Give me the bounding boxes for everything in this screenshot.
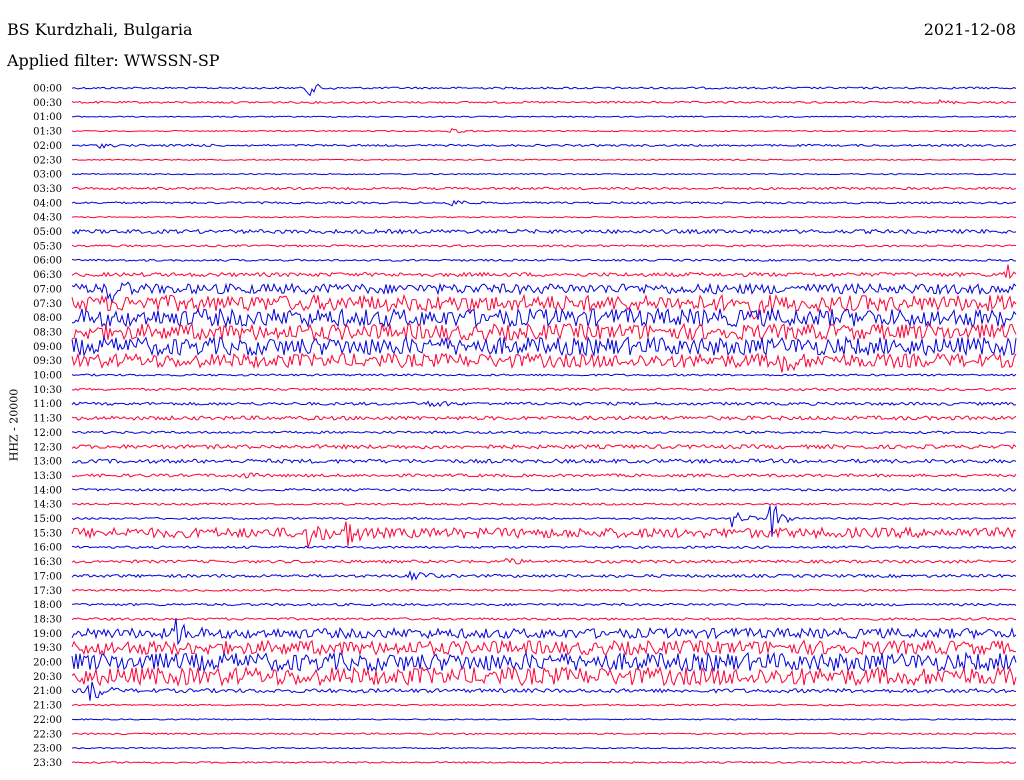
trace-line	[71, 602, 1017, 607]
trace-line	[71, 244, 1017, 248]
trace-line	[71, 487, 1017, 492]
trace-line	[71, 443, 1017, 450]
trace-line	[71, 718, 1017, 721]
time-tick-label: 16:00	[33, 543, 62, 554]
trace-line	[71, 746, 1017, 750]
trace-line	[71, 128, 1017, 134]
time-tick-label: 06:30	[33, 270, 62, 281]
time-tick-label: 14:30	[33, 500, 62, 511]
trace-line	[71, 681, 1017, 701]
trace-line	[71, 352, 1017, 373]
time-tick-label: 23:30	[33, 758, 62, 769]
time-tick-label: 22:30	[33, 729, 62, 740]
seismogram-plot: 00:00 00:30 01:00 01:30 02:00 02:30 03:00 03:30…	[33, 83, 1017, 769]
trace-line	[71, 545, 1017, 549]
trace-layer	[71, 83, 1017, 764]
time-tick-label: 01:00	[33, 112, 62, 123]
trace-line	[71, 588, 1017, 592]
time-tick-label: 13:30	[33, 471, 62, 482]
time-tick-label: 02:30	[33, 155, 62, 166]
trace-line	[71, 387, 1017, 392]
time-tick-label: 02:00	[33, 141, 62, 152]
time-tick-label: 10:00	[33, 371, 62, 382]
time-tick-label: 12:30	[33, 442, 62, 453]
trace-line	[72, 216, 1017, 219]
trace-line	[71, 258, 1017, 262]
trace-line	[72, 115, 1017, 118]
time-tick-label: 03:00	[33, 170, 62, 181]
time-tick-label: 08:00	[33, 313, 62, 324]
time-tick-label: 17:30	[33, 586, 62, 597]
trace-line	[71, 83, 1017, 97]
trace-line	[71, 617, 1017, 621]
time-tick-label: 08:30	[33, 327, 62, 338]
time-tick-label: 20:30	[33, 672, 62, 683]
time-tick-label: 10:30	[33, 385, 62, 396]
time-tick-label: 18:00	[33, 600, 62, 611]
trace-line	[71, 732, 1017, 736]
trace-line	[71, 521, 1017, 548]
time-tick-label: 22:00	[33, 715, 62, 726]
time-tick-label: 14:00	[33, 485, 62, 496]
trace-line	[71, 400, 1017, 408]
trace-line	[71, 264, 1017, 280]
time-tick-label: 00:00	[33, 84, 62, 95]
time-tick-label: 07:00	[33, 284, 62, 295]
trace-line	[71, 186, 1017, 191]
time-tick-label: 17:00	[33, 571, 62, 582]
trace-line	[71, 502, 1017, 506]
time-tick-label: 04:00	[33, 198, 62, 209]
time-tick-label: 23:00	[33, 744, 62, 755]
time-tick-label: 06:00	[33, 256, 62, 267]
trace-line	[71, 143, 1016, 149]
time-tick-label: 15:00	[33, 514, 62, 525]
trace-line	[71, 281, 1017, 304]
trace-line	[71, 158, 1017, 161]
trace-line	[71, 638, 1017, 657]
time-tick-label: 03:30	[33, 184, 62, 195]
time-tick-label: 12:00	[33, 428, 62, 439]
trace-line	[71, 458, 1017, 465]
time-tick-label: 21:30	[33, 701, 62, 712]
trace-line	[71, 472, 1017, 479]
time-tick-label: 21:00	[33, 686, 62, 697]
time-tick-label: 11:00	[33, 399, 62, 410]
trace-line	[71, 430, 1017, 435]
trace-line	[72, 306, 1017, 329]
trace-line	[71, 199, 1017, 207]
time-tick-label: 11:30	[33, 414, 62, 425]
time-tick-label: 15:30	[33, 528, 62, 539]
time-tick-label: 18:30	[33, 614, 62, 625]
trace-line	[71, 665, 1017, 687]
time-tick-label: 16:30	[33, 557, 62, 568]
trace-line	[71, 618, 1017, 646]
trace-line	[71, 703, 1017, 707]
trace-line	[71, 569, 1017, 582]
time-tick-label: 01:30	[33, 127, 62, 138]
trace-line	[71, 557, 1017, 565]
trace-line	[71, 228, 1017, 235]
trace-line	[71, 415, 1017, 421]
time-tick-labels: 00:00 00:30 01:00 01:30 02:00 02:30 03:00 03:30…	[33, 84, 62, 769]
time-tick-label: 19:00	[33, 629, 62, 640]
time-tick-label: 05:00	[33, 227, 62, 238]
time-tick-label: 13:00	[33, 457, 62, 468]
trace-line	[71, 373, 1017, 377]
time-tick-label: 20:00	[33, 658, 62, 669]
trace-line	[71, 335, 1017, 358]
time-tick-label: 07:30	[33, 299, 62, 310]
time-tick-label: 09:30	[33, 356, 62, 367]
trace-line	[71, 761, 1017, 764]
time-tick-label: 09:00	[33, 342, 62, 353]
time-tick-label: 00:30	[33, 98, 62, 109]
time-tick-label: 19:30	[33, 643, 62, 654]
time-tick-label: 04:30	[33, 213, 62, 224]
trace-line	[71, 172, 1017, 176]
time-tick-label: 05:30	[33, 241, 62, 252]
trace-line	[71, 99, 1017, 105]
